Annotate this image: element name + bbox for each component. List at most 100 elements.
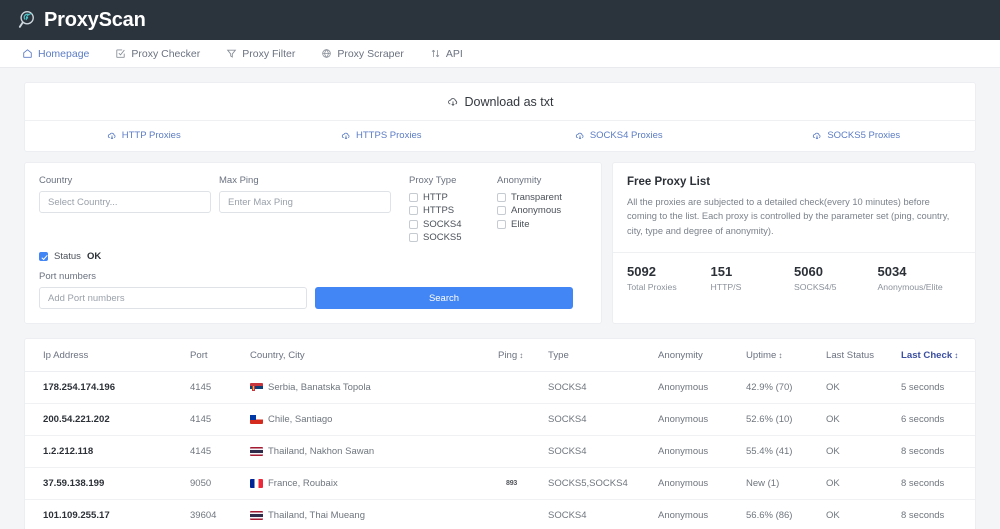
download-link-socks4[interactable]: SOCKS4 Proxies	[500, 130, 738, 141]
stat-value: 151	[710, 264, 733, 280]
col-header-label: Ip Address	[43, 350, 89, 361]
col-header-ping[interactable]: Ping ↕	[498, 339, 548, 372]
cell-country-city: Thailand, Thai Mueang	[250, 499, 498, 529]
country-city-label: Thailand, Nakhon Sawan	[268, 446, 375, 457]
stat-anonymous-elite: 5034 Anonymous/Elite	[878, 264, 962, 292]
col-header-country-city[interactable]: Country, City	[250, 339, 498, 372]
cell-type: SOCKS4	[548, 499, 658, 529]
checkbox-https[interactable]: HTTPS	[409, 205, 489, 218]
nav-label: Proxy Filter	[242, 47, 296, 60]
flag-icon	[250, 415, 263, 424]
flag-icon	[250, 447, 263, 456]
col-header-last-check[interactable]: Last Check ↕	[901, 339, 975, 372]
checkbox-elite[interactable]: Elite	[497, 218, 587, 231]
col-header-port[interactable]: Port	[190, 339, 250, 372]
checkbox-label: SOCKS5	[423, 232, 462, 244]
col-header-anonymity[interactable]: Anonymity	[658, 339, 746, 372]
col-header-label: Ping	[498, 350, 518, 361]
checkbox-box[interactable]	[39, 252, 48, 261]
nav-item-proxy-checker[interactable]: Proxy Checker	[115, 48, 200, 60]
cell-ip-address: 200.54.221.202	[25, 403, 190, 436]
checkbox-transparent[interactable]: Transparent	[497, 191, 587, 204]
table-row[interactable]: 200.54.221.2024145 Chile, Santiago 111SOCK…	[25, 403, 975, 436]
cell-type: SOCKS4	[548, 371, 658, 404]
port-numbers-input[interactable]	[39, 287, 307, 309]
info-panel: Free Proxy List All the proxies are subj…	[612, 162, 976, 324]
cell-type: SOCKS5,SOCKS4	[548, 467, 658, 500]
checkbox-box[interactable]	[409, 219, 418, 229]
checkbox-box[interactable]	[409, 206, 418, 216]
col-header-uptime[interactable]: Uptime ↕	[746, 339, 826, 372]
download-link-socks5[interactable]: SOCKS5 Proxies	[738, 130, 976, 141]
checkbox-box[interactable]	[497, 192, 506, 202]
cell-last-check: 8 seconds	[901, 499, 975, 529]
download-title-label: Download as txt	[464, 95, 554, 109]
cell-country-city: France, Roubaix	[250, 467, 498, 500]
col-header-label: Last Check	[901, 350, 953, 361]
cloud-download-icon	[447, 96, 459, 108]
stat-label: SOCKS4/5	[794, 282, 837, 293]
checkbox-http[interactable]: HTTP	[409, 191, 489, 204]
cell-anonymity: Anonymous	[658, 371, 746, 404]
stat-value: 5034	[877, 264, 907, 280]
download-link-https[interactable]: HTTPS Proxies	[263, 130, 501, 141]
stat-value: 5092	[627, 264, 656, 280]
col-header-type[interactable]: Type	[548, 339, 658, 372]
download-link-http[interactable]: HTTP Proxies	[25, 130, 263, 141]
col-header-ip-address[interactable]: Ip Address	[25, 339, 190, 372]
download-link-label: SOCKS4 Proxies	[589, 130, 663, 141]
cell-ip-address: 37.59.138.199	[25, 467, 190, 500]
cell-last-status: OK	[826, 371, 901, 404]
download-link-label: HTTP Proxies	[121, 130, 181, 141]
cell-ip-address: 101.109.255.17	[25, 499, 190, 529]
table-row[interactable]: 178.254.174.196 4145 Serbia, Banatska Topo…	[25, 371, 975, 404]
checkbox-socks4[interactable]: SOCKS4	[409, 218, 489, 231]
download-card: Download as txt HTTP Proxies HTTPS Proxi…	[24, 82, 976, 152]
nav-label: Proxy Scraper	[337, 47, 404, 60]
nav-label: Proxy Checker	[131, 47, 201, 60]
nav-item-proxy-filter[interactable]: Proxy Filter	[226, 48, 295, 60]
max-ping-input[interactable]	[219, 191, 391, 213]
flag-icon	[250, 383, 263, 392]
table-row[interactable]: 101.109.255.17 39604 Thailand, Thai Mueang…	[25, 499, 975, 529]
cell-last-status: OK	[826, 467, 901, 500]
table-header-row: Ip Address Port Country, City Ping ↕ Type…	[25, 339, 975, 372]
checkbox-socks5[interactable]: SOCKS5	[409, 232, 489, 245]
status-ok-checkbox[interactable]: Status OK	[39, 251, 587, 262]
country-input[interactable]	[39, 191, 211, 213]
table-row[interactable]: 37.59.138.1999050 France, Roubaix 893SOCKS…	[25, 467, 975, 500]
search-button[interactable]: Search	[315, 287, 573, 309]
checkbox-label: HTTP	[423, 191, 448, 203]
page-root: ProxyScan Homepage Proxy Checker Proxy F…	[0, 0, 1000, 529]
checkbox-anonymous[interactable]: Anonymous	[497, 205, 587, 218]
cloud-download-icon	[812, 131, 822, 141]
nav-label: API	[445, 47, 463, 60]
cell-anonymity: Anonymous	[658, 435, 746, 468]
brand-logo[interactable]: ProxyScan	[18, 9, 146, 32]
cell-ping: 893	[498, 467, 548, 500]
checkbox-box[interactable]	[409, 192, 418, 202]
cell-ip-address: 178.254.174.196	[25, 371, 190, 404]
anonymity-label: Anonymity	[497, 175, 542, 186]
nav-item-homepage[interactable]: Homepage	[22, 48, 89, 60]
nav-item-api[interactable]: API	[430, 48, 463, 60]
cell-uptime: 52.6% (10)	[746, 403, 826, 436]
col-header-last-status[interactable]: Last Status	[826, 339, 901, 372]
sort-arrows-icon[interactable]: ↕	[954, 351, 958, 360]
country-city-label: Thailand, Thai Mueang	[268, 510, 365, 521]
country-city-label: Serbia, Banatska Topola	[268, 382, 371, 393]
sort-arrows-icon[interactable]: ↕	[778, 351, 782, 360]
checkbox-box[interactable]	[497, 206, 506, 216]
cell-port: 9050	[190, 467, 250, 500]
checkbox-box[interactable]	[497, 219, 506, 229]
sort-arrows-icon[interactable]: ↕	[519, 351, 523, 360]
checkbox-box[interactable]	[409, 233, 418, 243]
nav-item-proxy-scraper[interactable]: Proxy Scraper	[321, 48, 404, 60]
table-row[interactable]: 1.2.212.1184145 Thailand, Nakhon Sawan 230…	[25, 435, 975, 468]
cell-country-city: Chile, Santiago	[250, 403, 498, 436]
download-title[interactable]: Download as txt	[25, 95, 975, 120]
cell-country-city: Serbia, Banatska Topola	[250, 371, 498, 404]
cell-uptime: 55.4% (41)	[746, 435, 826, 468]
proxy-table-card: Ip Address Port Country, City Ping ↕ Type…	[24, 338, 976, 529]
proxy-type-label: Proxy Type	[409, 175, 457, 186]
